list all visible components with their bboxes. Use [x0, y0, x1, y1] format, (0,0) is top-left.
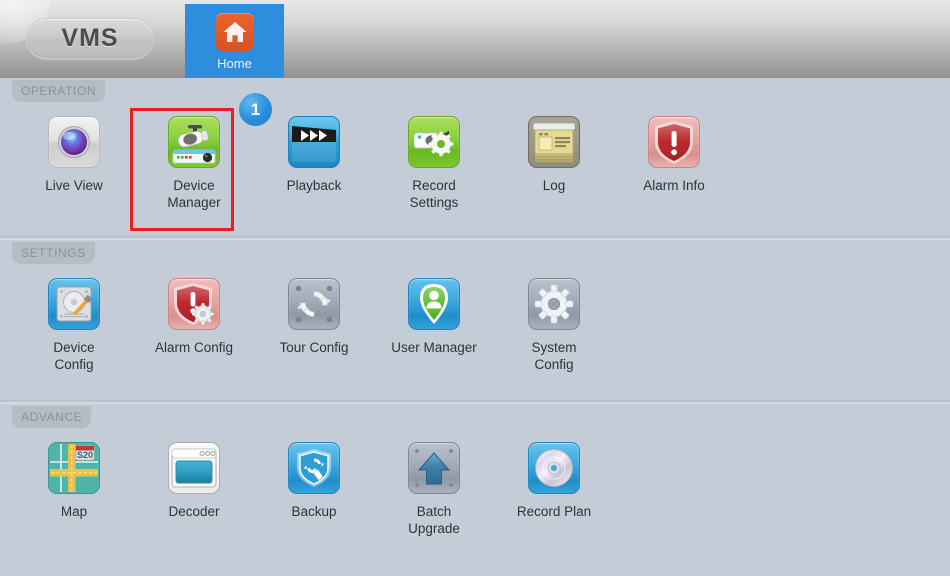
camcorder-gear-icon — [408, 116, 460, 168]
app-item-device-manager[interactable]: DeviceManager — [134, 108, 254, 211]
app-item-log[interactable]: Log — [494, 108, 614, 194]
section-advance-tab: ADVANCE — [12, 406, 91, 428]
section-advance: ADVANCE — [0, 403, 950, 576]
app-item-label: Alarm Config — [155, 339, 233, 356]
step-badge-1: 1 — [239, 93, 272, 126]
app-item-label: Alarm Info — [643, 177, 705, 194]
shield-usb-sync-icon — [288, 442, 340, 494]
app-item-label: BatchUpgrade — [408, 503, 460, 537]
gear-icon — [528, 278, 580, 330]
app-item-label: Tour Config — [279, 339, 348, 356]
box-camera-icon — [168, 116, 220, 168]
dome-camera-lens-icon — [48, 116, 100, 168]
shield-exclamation-icon — [648, 116, 700, 168]
advance-icon-grid: S20 Map — [14, 434, 614, 537]
document-book-icon — [528, 116, 580, 168]
app-item-live-view[interactable]: Live View — [14, 108, 134, 194]
disk-tools-icon — [48, 278, 100, 330]
app-item-label: DeviceConfig — [53, 339, 94, 373]
app-logo: VMS — [26, 18, 154, 59]
operation-icon-grid: Live View — [14, 108, 734, 211]
app-item-label: RecordSettings — [410, 177, 459, 211]
section-operation-tab: OPERATION — [12, 80, 105, 102]
vms-main-window: VMS Home OPERATION — [0, 0, 950, 576]
app-item-alarm-info[interactable]: Alarm Info — [614, 108, 734, 194]
up-arrow-icon — [408, 442, 460, 494]
app-item-decoder[interactable]: Decoder — [134, 434, 254, 520]
app-item-batch-upgrade[interactable]: BatchUpgrade — [374, 434, 494, 537]
app-item-user-manager[interactable]: User Manager — [374, 270, 494, 356]
window-screen-icon — [168, 442, 220, 494]
user-pin-icon — [408, 278, 460, 330]
road-map-icon: S20 — [48, 442, 100, 494]
app-item-record-settings[interactable]: RecordSettings — [374, 108, 494, 211]
app-item-alarm-config[interactable]: Alarm Config — [134, 270, 254, 356]
section-advance-label: ADVANCE — [21, 410, 82, 424]
app-item-map[interactable]: S20 Map — [14, 434, 134, 520]
app-header: VMS Home — [0, 0, 950, 78]
section-settings-label: SETTINGS — [21, 246, 86, 260]
app-item-label: Backup — [291, 503, 336, 520]
section-settings: SETTINGS — [0, 239, 950, 401]
app-item-label: Decoder — [168, 503, 219, 520]
app-item-tour-config[interactable]: Tour Config — [254, 270, 374, 356]
optical-disc-icon — [528, 442, 580, 494]
settings-icon-grid: DeviceConfig — [14, 270, 614, 373]
app-item-label: Map — [61, 503, 87, 520]
app-logo-text: VMS — [61, 24, 118, 53]
app-item-label: Playback — [287, 177, 342, 194]
section-settings-tab: SETTINGS — [12, 242, 95, 264]
shield-gear-icon — [168, 278, 220, 330]
app-item-label: Log — [543, 177, 566, 194]
app-item-label: Live View — [45, 177, 103, 194]
tab-home[interactable]: Home — [185, 4, 284, 78]
app-item-record-plan[interactable]: Record Plan — [494, 434, 614, 520]
clapperboard-icon — [288, 116, 340, 168]
svg-text:S20: S20 — [77, 450, 93, 460]
app-item-label: User Manager — [391, 339, 477, 356]
app-item-system-config[interactable]: SystemConfig — [494, 270, 614, 373]
app-item-device-config[interactable]: DeviceConfig — [14, 270, 134, 373]
refresh-cycle-icon — [288, 278, 340, 330]
section-operation: OPERATION — [0, 78, 950, 237]
app-item-playback[interactable]: Playback — [254, 108, 374, 194]
home-icon — [216, 13, 254, 51]
app-item-backup[interactable]: Backup — [254, 434, 374, 520]
section-operation-label: OPERATION — [21, 84, 96, 98]
app-item-label: SystemConfig — [531, 339, 576, 373]
app-item-label: DeviceManager — [167, 177, 220, 211]
tab-home-label: Home — [217, 56, 252, 71]
app-item-label: Record Plan — [517, 503, 591, 520]
